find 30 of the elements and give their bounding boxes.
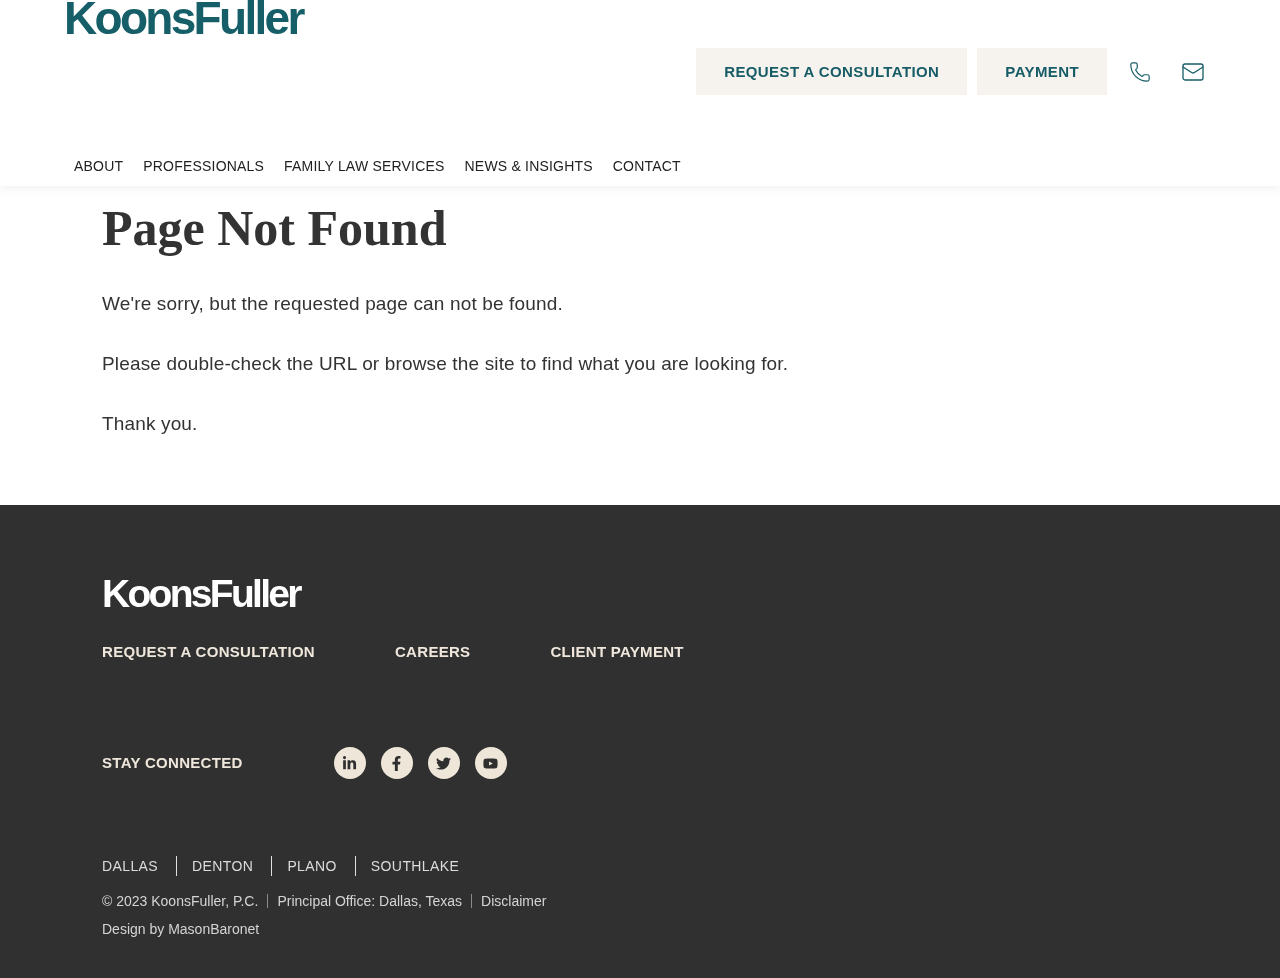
copyright-text: © 2023 KoonsFuller, P.C. (102, 892, 259, 911)
body-text: Please double-check the URL or browse the site to find what you are looking for. (102, 352, 789, 376)
youtube-icon[interactable] (474, 747, 507, 779)
nav-link[interactable]: CONTACT (602, 146, 691, 186)
page-title: Page Not Found (102, 200, 447, 256)
phone-icon[interactable] (1129, 60, 1151, 83)
twitter-icon[interactable] (427, 747, 460, 779)
location-link[interactable]: DENTON (192, 856, 254, 876)
header-button[interactable]: REQUEST A CONSULTATION (696, 48, 968, 95)
location-link[interactable]: PLANO (287, 856, 337, 876)
body-text: We're sorry, but the requested page can not be found. (102, 292, 563, 316)
footer-link[interactable]: REQUEST A CONSULTATION (102, 642, 315, 662)
nav-link[interactable]: FAMILY LAW SERVICES (274, 146, 455, 186)
nav-link[interactable]: ABOUT (64, 146, 134, 186)
nav-link[interactable]: NEWS & INSIGHTS (454, 146, 603, 186)
nav-link[interactable]: PROFESSIONALS (133, 146, 275, 186)
body-text: Thank you. (102, 412, 198, 436)
disclaimer-link[interactable]: Disclaimer (481, 887, 547, 915)
social-label: STAY CONNECTED (102, 753, 243, 773)
footer-link[interactable]: CLIENT PAYMENT (550, 642, 684, 662)
header-button[interactable]: PAYMENT (977, 48, 1107, 95)
logo[interactable]: KoonsFuller (64, 0, 303, 36)
footer-logo: KoonsFuller (102, 578, 300, 610)
facebook-icon[interactable] (380, 747, 413, 779)
linkedin-icon[interactable] (333, 747, 366, 779)
location-link[interactable]: SOUTHLAKE (370, 856, 460, 876)
location-link[interactable]: DALLAS (102, 856, 159, 876)
credit-text: Design by MasonBaronet (102, 920, 260, 939)
office-text: Principal Office: Dallas, Texas (277, 892, 463, 911)
footer-link[interactable]: CAREERS (395, 642, 471, 662)
